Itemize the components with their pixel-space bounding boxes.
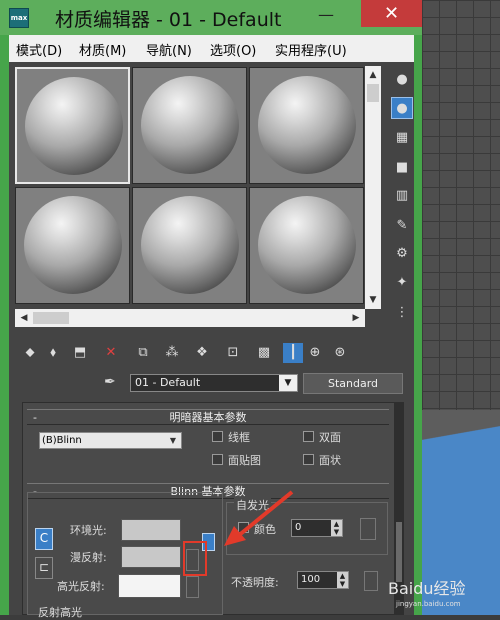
watermark-text: Baidu经验 [388,579,466,598]
scroll-right-icon[interactable]: ▶ [347,309,365,327]
get-material-icon[interactable]: ⬥ [20,343,40,363]
sphere-preview [258,76,356,174]
show-end-result-icon[interactable]: ┃ [283,343,303,363]
sphere-preview [258,196,356,294]
chevron-down-icon: ▼ [169,436,177,445]
specular-highlights-rollout-label[interactable]: 反射高光 [38,604,82,620]
window-title: 材质编辑器 - 01 - Default [55,9,282,31]
material-name-field[interactable]: 01 - Default ▼ [130,374,298,392]
material-id-channel-icon[interactable]: ⊡ [223,343,243,363]
faceted-label: 面状 [319,454,341,467]
opacity-spinner[interactable]: 100 ▲ ▼ [297,571,349,589]
shader-basic-params-header[interactable]: - 明暗器基本参数 [27,409,389,425]
annotation-highlight-box [183,541,207,576]
sample-uv-tiling-icon[interactable]: ■ [391,157,413,179]
sphere-preview [25,77,123,175]
specular-label: 高光反射: [57,580,105,593]
title-bar: max 材质编辑器 - 01 - Default — ✕ [0,0,422,35]
viewport-floor [422,410,500,470]
scroll-up-icon[interactable]: ▲ [365,66,381,84]
opacity-map-button[interactable] [364,571,378,591]
sphere-preview [141,76,239,174]
lock-diffuse-specular-icon[interactable]: ⊏ [35,557,53,579]
shader-type-select[interactable]: (B)Blinn ▼ [39,432,182,449]
material-name-value: 01 - Default [135,376,201,389]
menu-mode[interactable]: 模式(D) [16,40,62,59]
baidu-watermark: Baidu经验 jingyan.baidu.com [388,575,500,615]
material-slot-5[interactable] [132,187,247,304]
select-by-material-icon[interactable]: ✦ [391,272,413,294]
slots-vertical-scrollbar[interactable]: ▲ ▼ [365,66,381,309]
ambient-label: 环境光: [70,524,107,537]
scroll-thumb[interactable] [396,522,402,582]
specular-map-button[interactable] [186,576,199,598]
minimize-button[interactable]: — [306,2,346,32]
material-slot-3[interactable] [249,67,364,184]
opacity-value: 100 [301,574,321,585]
face-map-label: 面贴图 [228,454,261,467]
material-slot-4[interactable] [15,187,130,304]
assign-to-selection-icon[interactable]: ⬒ [70,343,90,363]
menu-material[interactable]: 材质(M) [79,40,126,59]
scroll-thumb[interactable] [33,312,69,324]
menu-bar: 模式(D) 材质(M) 导航(N) 选项(O) 实用程序(U) [9,35,414,62]
make-preview-icon[interactable]: ✎ [391,215,413,237]
material-slot-1[interactable] [15,67,130,184]
ambient-color-swatch[interactable] [121,519,181,541]
wire-label: 线框 [228,431,250,444]
put-to-scene-icon[interactable]: ⬧ [43,343,63,363]
diffuse-color-swatch[interactable] [121,546,181,568]
sample-type-icon[interactable]: ● [391,69,413,91]
material-slot-6[interactable] [249,187,364,304]
shader-type-value: (B)Blinn [42,435,82,446]
go-forward-sibling-icon[interactable]: ⊛ [330,343,350,363]
menu-options[interactable]: 选项(O) [210,40,256,59]
eyedropper-icon[interactable]: ✒ [104,373,122,391]
scroll-down-icon[interactable]: ▼ [365,291,381,309]
wire-checkbox[interactable] [212,431,223,442]
lock-ambient-diffuse-icon[interactable]: C [35,528,53,550]
self-illum-map-button[interactable] [360,518,376,540]
viewport-grid [422,0,500,410]
chevron-down-icon[interactable]: ▼ [279,375,297,391]
background-checker-icon[interactable]: ▦ [391,127,413,149]
show-shaded-map-icon[interactable]: ▩ [254,343,274,363]
reset-material-icon[interactable]: ✕ [101,343,121,363]
backlight-icon[interactable]: ● [391,97,413,119]
material-navigator-icon[interactable]: ⋮ [391,302,413,324]
face-map-checkbox[interactable] [212,454,223,465]
spinner-arrows-icon[interactable]: ▲ ▼ [337,572,348,588]
put-to-library-icon[interactable]: ❖ [192,343,212,363]
menu-navigation[interactable]: 导航(N) [146,40,192,59]
app-icon: max [9,8,29,28]
collapse-icon: - [33,411,37,424]
two-sided-checkbox[interactable] [303,431,314,442]
sphere-preview [141,196,239,294]
spinner-arrows-icon[interactable]: ▲ ▼ [331,520,342,536]
make-unique-icon[interactable]: ⁂ [162,343,182,363]
scroll-thumb[interactable] [367,84,379,102]
two-sided-label: 双面 [319,431,341,444]
video-color-check-icon[interactable]: ▥ [391,185,413,207]
copy-material-icon[interactable]: ⧉ [133,343,153,363]
opacity-label: 不透明度: [231,576,279,589]
watermark-url: jingyan.baidu.com [396,600,461,608]
annotation-arrow-icon [224,490,294,546]
material-slot-2[interactable] [132,67,247,184]
material-type-button[interactable]: Standard [303,373,403,394]
viewport-background [422,0,500,615]
faceted-checkbox[interactable] [303,454,314,465]
rollout-title: 明暗器基本参数 [169,411,247,424]
options-icon[interactable]: ⚙ [391,243,413,265]
menu-utilities[interactable]: 实用程序(U) [275,40,347,59]
diffuse-label: 漫反射: [70,551,107,564]
close-button[interactable]: ✕ [361,0,422,27]
sphere-preview [24,196,122,294]
go-to-parent-icon[interactable]: ⊕ [305,343,325,363]
scroll-left-icon[interactable]: ◀ [15,309,33,327]
slots-horizontal-scrollbar[interactable]: ◀ ▶ [15,309,365,327]
specular-color-swatch[interactable] [118,574,181,598]
